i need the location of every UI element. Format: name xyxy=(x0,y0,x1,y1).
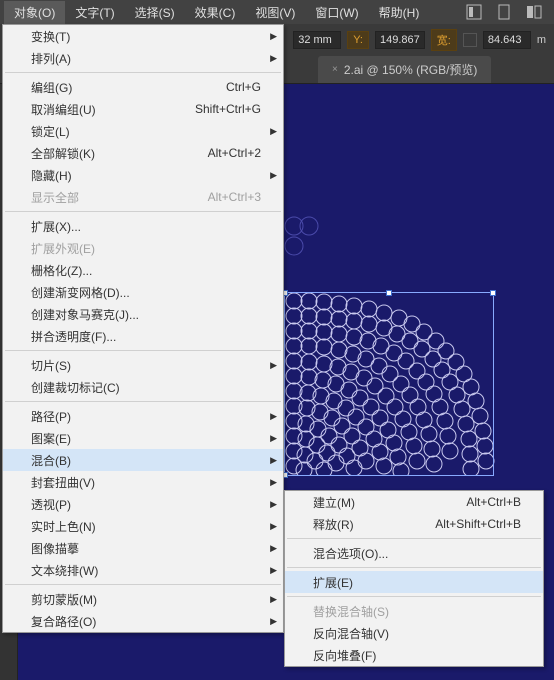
mi-envelope[interactable]: 封套扭曲(V)▶ xyxy=(3,471,283,493)
mi-hide[interactable]: 隐藏(H)▶ xyxy=(3,164,283,186)
mi-expand-appearance: 扩展外观(E) xyxy=(3,237,283,259)
submenu-arrow-icon: ▶ xyxy=(270,53,277,64)
layout-icon[interactable] xyxy=(466,4,482,20)
mi-ungroup[interactable]: 取消编组(U)Shift+Ctrl+G xyxy=(3,98,283,120)
blend-submenu: 建立(M)Alt+Ctrl+B 释放(R)Alt+Shift+Ctrl+B 混合… xyxy=(284,490,544,667)
selection-box xyxy=(284,292,494,476)
mi-live-paint[interactable]: 实时上色(N)▶ xyxy=(3,515,283,537)
mi-image-trace[interactable]: 图像描摹▶ xyxy=(3,537,283,559)
menu-separator xyxy=(287,596,541,597)
menu-separator xyxy=(5,72,281,73)
mi-perspective[interactable]: 透视(P)▶ xyxy=(3,493,283,515)
submenu-arrow-icon: ▶ xyxy=(270,170,277,181)
mi-replace-spine: 替换混合轴(S) xyxy=(285,600,543,622)
menu-help[interactable]: 帮助(H) xyxy=(369,1,430,24)
y-label: Y: xyxy=(347,31,369,49)
submenu-arrow-icon: ▶ xyxy=(270,521,277,532)
mi-expand[interactable]: 扩展(X)... xyxy=(3,215,283,237)
mi-gradient-mesh[interactable]: 创建渐变网格(D)... xyxy=(3,281,283,303)
mi-blend-options[interactable]: 混合选项(O)... xyxy=(285,542,543,564)
submenu-arrow-icon: ▶ xyxy=(270,455,277,466)
submenu-arrow-icon: ▶ xyxy=(270,433,277,444)
mi-show-all: 显示全部Alt+Ctrl+3 xyxy=(3,186,283,208)
unit-label: m xyxy=(537,34,546,46)
menu-type[interactable]: 文字(T) xyxy=(65,1,124,24)
mi-blend-expand[interactable]: 扩展(E) xyxy=(285,571,543,593)
submenu-arrow-icon: ▶ xyxy=(270,31,277,42)
submenu-arrow-icon: ▶ xyxy=(270,499,277,510)
mi-reverse-fb[interactable]: 反向堆叠(F) xyxy=(285,644,543,666)
mi-group[interactable]: 编组(G)Ctrl+G xyxy=(3,76,283,98)
mi-unlock-all[interactable]: 全部解锁(K)Alt+Ctrl+2 xyxy=(3,142,283,164)
submenu-arrow-icon: ▶ xyxy=(270,126,277,137)
menu-select[interactable]: 选择(S) xyxy=(125,1,185,24)
menu-separator xyxy=(5,401,281,402)
mi-trim-marks[interactable]: 创建裁切标记(C) xyxy=(3,376,283,398)
menu-separator xyxy=(287,567,541,568)
y-field[interactable]: 149.867 xyxy=(375,31,425,49)
submenu-arrow-icon: ▶ xyxy=(270,360,277,371)
mi-path[interactable]: 路径(P)▶ xyxy=(3,405,283,427)
menu-separator xyxy=(5,211,281,212)
menu-window[interactable]: 窗口(W) xyxy=(305,1,368,24)
mi-blend-release[interactable]: 释放(R)Alt+Shift+Ctrl+B xyxy=(285,513,543,535)
submenu-arrow-icon: ▶ xyxy=(270,543,277,554)
arrange-icon[interactable] xyxy=(526,4,542,20)
link-icon[interactable] xyxy=(463,33,477,47)
close-tab-icon[interactable]: × xyxy=(332,64,338,75)
selection-handle[interactable] xyxy=(386,290,392,296)
mi-lock[interactable]: 锁定(L)▶ xyxy=(3,120,283,142)
menu-separator xyxy=(287,538,541,539)
selection-handle[interactable] xyxy=(490,290,496,296)
submenu-arrow-icon: ▶ xyxy=(270,565,277,576)
submenu-arrow-icon: ▶ xyxy=(270,411,277,422)
menu-object[interactable]: 对象(O) xyxy=(4,1,65,24)
mi-rasterize[interactable]: 栅格化(Z)... xyxy=(3,259,283,281)
menu-view[interactable]: 视图(V) xyxy=(245,1,305,24)
mi-text-wrap[interactable]: 文本绕排(W)▶ xyxy=(3,559,283,581)
doc-icon[interactable] xyxy=(496,4,512,20)
mi-blend[interactable]: 混合(B)▶ xyxy=(3,449,283,471)
mi-flatten[interactable]: 拼合透明度(F)... xyxy=(3,325,283,347)
mi-reverse-spine[interactable]: 反向混合轴(V) xyxy=(285,622,543,644)
field-1[interactable]: 32 mm xyxy=(293,31,341,49)
mi-arrange[interactable]: 排列(A)▶ xyxy=(3,47,283,69)
mi-blend-make[interactable]: 建立(M)Alt+Ctrl+B xyxy=(285,491,543,513)
mi-slice[interactable]: 切片(S)▶ xyxy=(3,354,283,376)
width-field[interactable]: 84.643 xyxy=(483,31,531,49)
object-menu: 变换(T)▶ 排列(A)▶ 编组(G)Ctrl+G 取消编组(U)Shift+C… xyxy=(2,24,284,633)
mi-pattern[interactable]: 图案(E)▶ xyxy=(3,427,283,449)
submenu-arrow-icon: ▶ xyxy=(270,594,277,605)
submenu-arrow-icon: ▶ xyxy=(270,477,277,488)
submenu-arrow-icon: ▶ xyxy=(270,616,277,627)
mi-compound-path[interactable]: 复合路径(O)▶ xyxy=(3,610,283,632)
mi-clipping-mask[interactable]: 剪切蒙版(M)▶ xyxy=(3,588,283,610)
tab-label: 2.ai @ 150% (RGB/预览) xyxy=(344,61,478,78)
menu-effect[interactable]: 效果(C) xyxy=(185,1,246,24)
mi-transform[interactable]: 变换(T)▶ xyxy=(3,25,283,47)
menu-separator xyxy=(5,584,281,585)
menu-separator xyxy=(5,350,281,351)
menubar: 对象(O) 文字(T) 选择(S) 效果(C) 视图(V) 窗口(W) 帮助(H… xyxy=(0,0,554,24)
document-tab[interactable]: × 2.ai @ 150% (RGB/预览) xyxy=(318,56,491,83)
width-label: 宽: xyxy=(431,29,457,51)
mi-mosaic[interactable]: 创建对象马赛克(J)... xyxy=(3,303,283,325)
